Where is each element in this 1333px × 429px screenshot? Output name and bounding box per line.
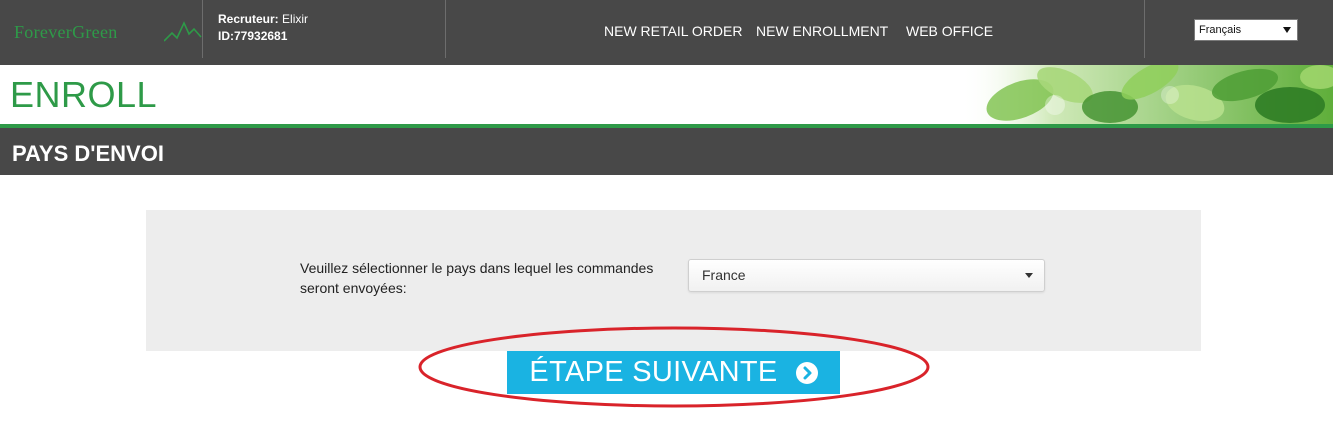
header-divider (202, 0, 203, 58)
enroll-banner: ENROLL (0, 65, 1333, 124)
country-select[interactable]: France (688, 259, 1045, 292)
recruiter-info: Recruteur: Elixir ID:77932681 (218, 11, 308, 45)
page-title: ENROLL (10, 74, 158, 115)
section-title: PAYS D'ENVOI (12, 141, 164, 166)
next-step-button[interactable]: ÉTAPE SUIVANTE (507, 351, 840, 394)
chevron-right-circle-icon (795, 362, 818, 384)
header-divider (1144, 0, 1145, 58)
nav-new-retail-order[interactable]: NEW RETAIL ORDER (604, 22, 742, 40)
recruiter-label: Recruteur: (218, 12, 279, 26)
language-selected-value: Français (1199, 24, 1242, 36)
logo-mountain-icon (164, 21, 202, 42)
next-step-label: ÉTAPE SUIVANTE (529, 356, 778, 388)
leaves-banner-image (960, 65, 1333, 124)
nav-new-enrollment[interactable]: NEW ENROLLMENT (756, 22, 888, 40)
header-divider (445, 0, 446, 58)
caret-down-icon (1025, 273, 1033, 278)
top-header-bar: ForeverGreen Recruteur: Elixir ID:779326… (0, 0, 1333, 65)
caret-down-icon (1283, 27, 1291, 33)
logo-text: ForeverGreen (14, 22, 118, 42)
nav-web-office[interactable]: WEB OFFICE (906, 22, 993, 40)
id-label: ID: (218, 29, 234, 43)
country-selected-value: France (702, 267, 746, 283)
recruiter-name: Elixir (282, 12, 309, 26)
section-header: PAYS D'ENVOI (0, 128, 1333, 175)
forevergreen-logo[interactable]: ForeverGreen (14, 17, 202, 47)
country-prompt-label: Veuillez sélectionner le pays dans leque… (300, 260, 654, 296)
language-select[interactable]: Français (1194, 19, 1298, 41)
shipping-country-panel: Veuillez sélectionner le pays dans leque… (146, 210, 1201, 351)
id-value: 77932681 (234, 29, 288, 43)
